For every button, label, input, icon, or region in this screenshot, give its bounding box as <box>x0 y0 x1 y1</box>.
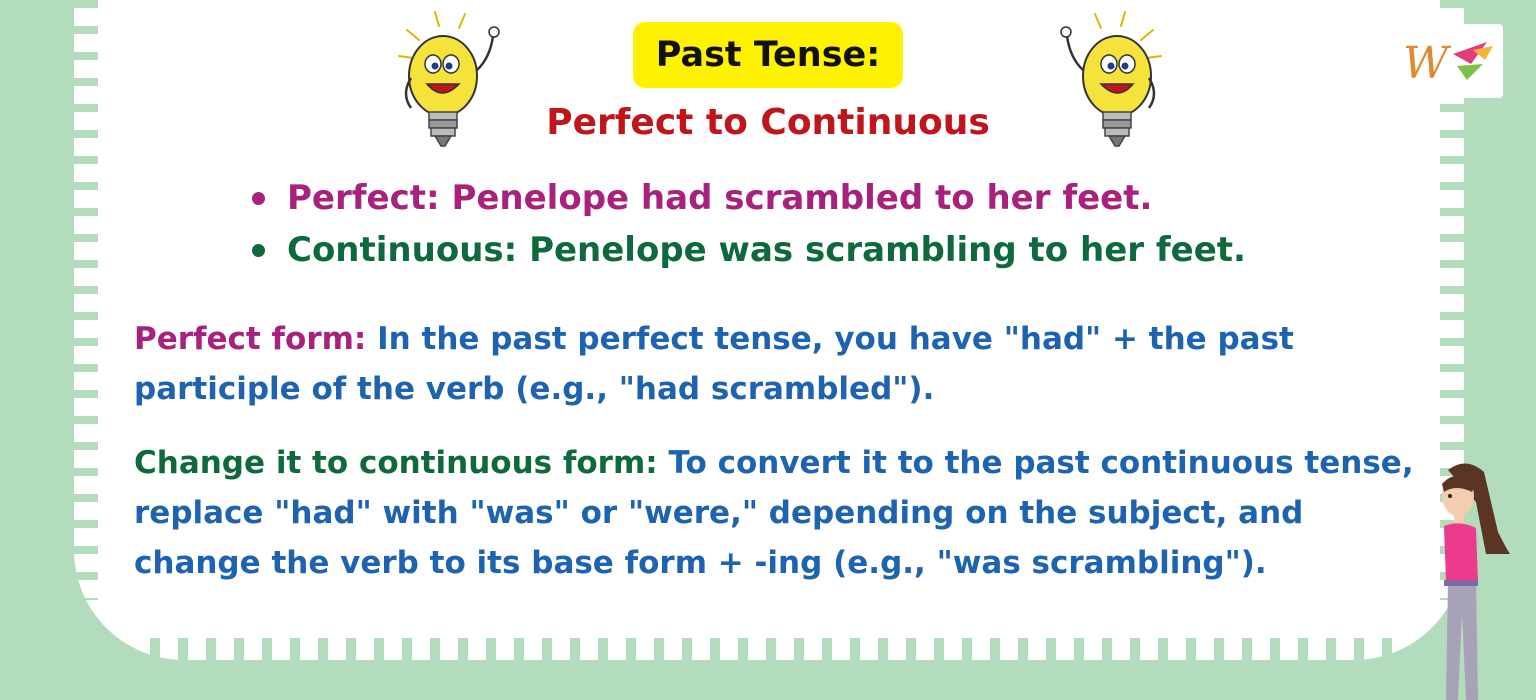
change-form-paragraph: Change it to continuous form: To convert… <box>134 438 1434 588</box>
example-continuous: Continuous: Penelope was scrambling to h… <box>287 230 1246 270</box>
example-perfect: Perfect: Penelope had scrambled to her f… <box>287 178 1153 218</box>
change-form-label: Change it to continuous form: <box>134 445 658 481</box>
bullet-icon <box>252 243 265 257</box>
brand-logo-icon: W <box>1395 24 1503 98</box>
list-item: Continuous: Penelope was scrambling to h… <box>252 224 1246 276</box>
list-item: Perfect: Penelope had scrambled to her f… <box>252 172 1246 224</box>
page-title: Past Tense: <box>633 22 903 88</box>
perfect-form-label: Perfect form: <box>134 321 378 357</box>
perfect-form-paragraph: Perfect form: In the past perfect tense,… <box>134 314 1434 414</box>
stamp-edge-left <box>74 0 98 600</box>
page-subtitle: Perfect to Continuous <box>546 102 990 143</box>
svg-text:W: W <box>1403 38 1452 89</box>
bullet-icon <box>252 191 265 205</box>
example-list: Perfect: Penelope had scrambled to her f… <box>252 172 1246 276</box>
girl-illustration <box>1442 463 1510 700</box>
stamp-edge-bottom <box>150 638 1400 662</box>
